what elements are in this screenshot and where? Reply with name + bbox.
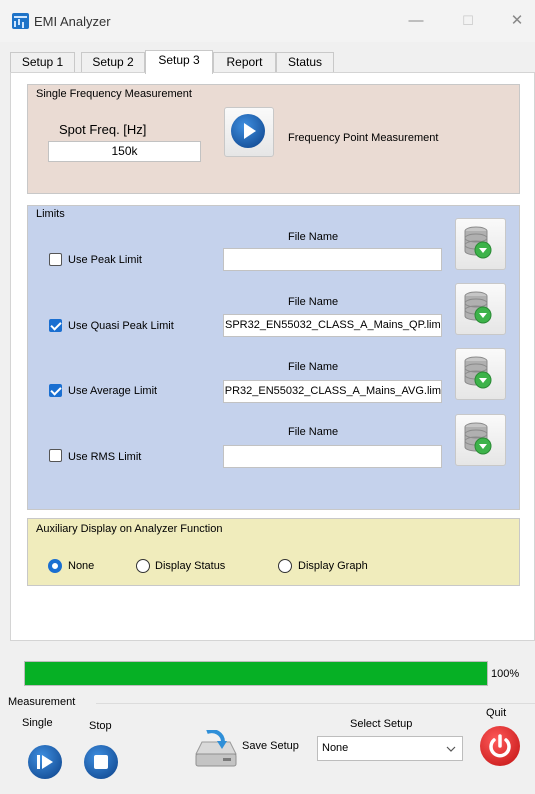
window-title: EMI Analyzer xyxy=(34,14,111,29)
file-name-label: File Name xyxy=(288,296,339,308)
peak-limit-load-button[interactable] xyxy=(455,218,506,270)
stop-icon xyxy=(94,755,108,769)
single-button[interactable] xyxy=(28,745,62,779)
close-button[interactable]: ✕ xyxy=(497,8,535,34)
tab-setup-2[interactable]: Setup 2 xyxy=(81,52,145,73)
single-frequency-group: Single Frequency Measurement Spot Freq. … xyxy=(27,84,520,194)
group-title: Auxiliary Display on Analyzer Function xyxy=(36,523,223,535)
database-download-icon xyxy=(464,356,492,389)
frequency-point-measurement-label: Frequency Point Measurement xyxy=(288,132,439,144)
use-peak-limit-label: Use Peak Limit xyxy=(68,254,142,266)
use-peak-limit-checkbox[interactable] xyxy=(49,253,62,266)
tab-setup-3[interactable]: Setup 3 xyxy=(145,50,213,74)
select-setup-label: Select Setup xyxy=(350,718,413,730)
radio-display-graph[interactable] xyxy=(278,559,292,573)
database-download-icon xyxy=(464,226,492,259)
select-setup-value: None xyxy=(322,742,349,754)
limits-group: Limits File Name Use Peak Limit File Nam… xyxy=(27,205,520,510)
rms-limit-load-button[interactable] xyxy=(455,414,506,466)
radio-none[interactable] xyxy=(48,559,62,573)
use-rms-limit-checkbox[interactable] xyxy=(49,449,62,462)
skip-play-icon xyxy=(37,755,53,769)
file-name-label: File Name xyxy=(288,426,339,438)
spot-freq-input[interactable]: 150k xyxy=(48,141,201,162)
radio-display-status[interactable] xyxy=(136,559,150,573)
rms-limit-file-input[interactable] xyxy=(223,445,442,468)
use-average-limit-label: Use Average Limit xyxy=(68,385,158,397)
tab-report[interactable]: Report xyxy=(213,52,276,73)
power-icon xyxy=(489,734,511,758)
stop-label: Stop xyxy=(89,720,112,732)
radio-display-status-label: Display Status xyxy=(155,560,226,572)
measurement-divider xyxy=(96,703,535,704)
title-bar[interactable]: EMI Analyzer — ☐ ✕ xyxy=(0,0,535,42)
radio-display-graph-label: Display Graph xyxy=(298,560,368,572)
progress-fill xyxy=(25,662,487,685)
quasi-peak-limit-file-input[interactable]: SPR32_EN55032_CLASS_A_Mains_QP.lim xyxy=(223,314,442,337)
tab-status[interactable]: Status xyxy=(276,52,334,73)
use-rms-limit-label: Use RMS Limit xyxy=(68,451,142,463)
frequency-point-measurement-button[interactable] xyxy=(224,107,274,157)
maximize-button[interactable]: ☐ xyxy=(448,8,488,34)
database-download-icon xyxy=(464,291,492,324)
file-name-label: File Name xyxy=(288,361,339,373)
use-quasi-peak-limit-checkbox[interactable] xyxy=(49,319,62,332)
save-setup-button[interactable] xyxy=(193,730,239,770)
spot-freq-label: Spot Freq. [Hz] xyxy=(59,122,147,137)
file-name-label: File Name xyxy=(288,231,339,243)
chevron-down-icon xyxy=(446,746,456,752)
progress-percent: 100% xyxy=(491,668,520,680)
single-label: Single xyxy=(22,717,53,729)
play-triangle xyxy=(244,123,256,139)
select-setup-dropdown[interactable]: None xyxy=(317,736,463,761)
save-drive-icon xyxy=(195,730,237,767)
measurement-group-title: Measurement xyxy=(8,696,76,708)
average-limit-file-input[interactable]: PR32_EN55032_CLASS_A_Mains_AVG.lim xyxy=(223,380,442,403)
auxiliary-display-group: Auxiliary Display on Analyzer Function N… xyxy=(27,518,520,586)
use-average-limit-checkbox[interactable] xyxy=(49,384,62,397)
progress-bar xyxy=(24,661,488,686)
tab-setup-1[interactable]: Setup 1 xyxy=(10,52,75,73)
quasi-peak-limit-load-button[interactable] xyxy=(455,283,506,335)
save-setup-label: Save Setup xyxy=(242,740,299,752)
group-title: Single Frequency Measurement xyxy=(36,88,192,100)
quit-label: Quit xyxy=(486,707,507,719)
group-title: Limits xyxy=(36,208,65,220)
stop-button[interactable] xyxy=(84,745,118,779)
use-quasi-peak-limit-label: Use Quasi Peak Limit xyxy=(68,320,174,332)
app-icon xyxy=(12,13,29,29)
peak-limit-file-input[interactable] xyxy=(223,248,442,271)
quit-button[interactable] xyxy=(480,726,520,766)
average-limit-load-button[interactable] xyxy=(455,348,506,400)
database-download-icon xyxy=(464,422,492,455)
minimize-button[interactable]: — xyxy=(396,8,436,34)
radio-none-label: None xyxy=(68,560,95,572)
